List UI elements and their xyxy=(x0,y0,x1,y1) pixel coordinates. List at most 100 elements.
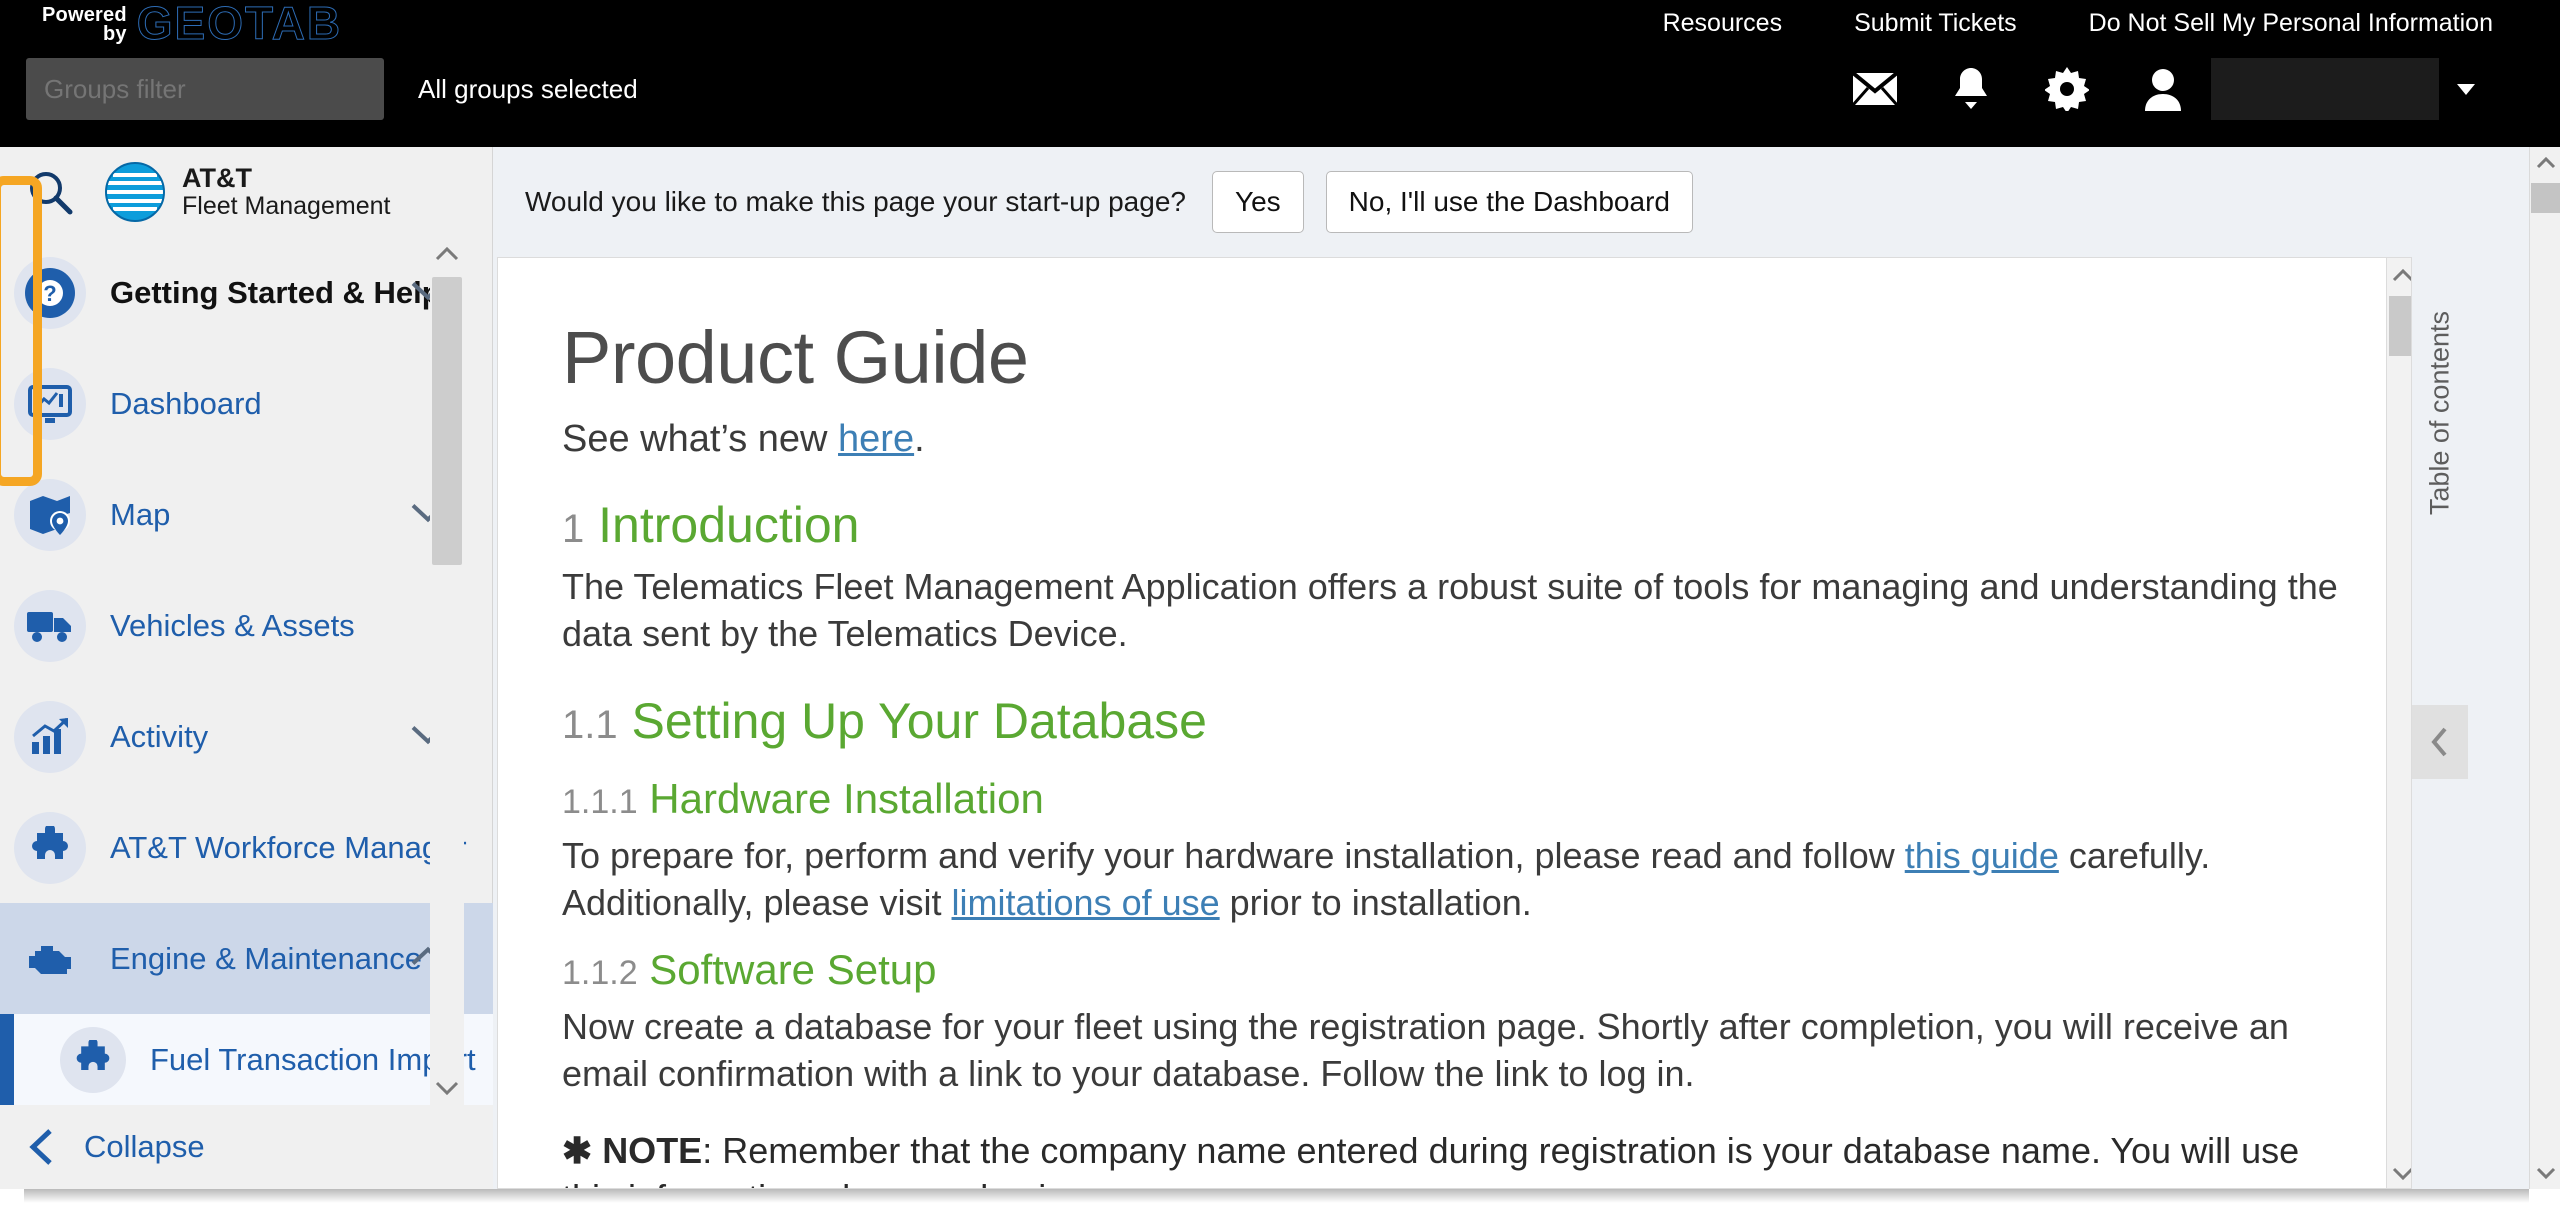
powered-by-text: Powered by xyxy=(42,5,127,45)
user-icon[interactable] xyxy=(2115,56,2211,122)
sidebar-item-att-workforce-manager[interactable]: AT&T Workforce Manager xyxy=(0,792,493,903)
body-text: To prepare for, perform and verify your … xyxy=(562,835,1905,876)
document-viewer: Product Guide See what’s new here. 1 Int… xyxy=(497,257,2529,1189)
content-area: Would you like to make this page your st… xyxy=(493,147,2529,1189)
note-block: ✱ NOTE: Remember that the company name e… xyxy=(562,1127,2360,1188)
section-body-1-1-1: To prepare for, perform and verify your … xyxy=(562,832,2360,926)
document-panel: Product Guide See what’s new here. 1 Int… xyxy=(497,257,2425,1189)
dashboard-monitor-icon xyxy=(14,367,86,440)
sidebar-item-label: Getting Started & Help xyxy=(110,274,441,310)
note-label: NOTE xyxy=(602,1130,703,1171)
sidebar-item-label: AT&T Workforce Manager xyxy=(110,829,467,865)
document-content: Product Guide See what’s new here. 1 Int… xyxy=(498,258,2424,1188)
sidebar-item-getting-started-help[interactable]: ? Getting Started & Help xyxy=(0,237,493,348)
startup-yes-button[interactable]: Yes xyxy=(1211,171,1304,233)
gear-icon[interactable] xyxy=(2019,56,2115,122)
chevron-left-icon xyxy=(29,1129,52,1165)
sidebar: AT&T Fleet Management ? Getting Started … xyxy=(0,147,493,1189)
section-heading-1-1-1: 1.1.1 Hardware Installation xyxy=(562,773,2360,828)
scroll-up-arrow-icon[interactable] xyxy=(430,237,464,271)
user-menu-dropdown-button[interactable] xyxy=(2439,83,2493,95)
top-tool-icons xyxy=(1827,56,2493,122)
this-guide-link[interactable]: this guide xyxy=(1905,835,2059,876)
truck-icon xyxy=(14,589,86,662)
groups-status-label: All groups selected xyxy=(418,73,638,104)
chevron-left-icon xyxy=(2431,727,2447,757)
chevron-down-icon xyxy=(2457,83,2475,95)
section-heading-1: 1 Introduction xyxy=(562,495,2360,559)
activity-chart-icon xyxy=(14,700,86,773)
map-pin-icon xyxy=(14,478,86,551)
startup-page-prompt: Would you like to make this page your st… xyxy=(493,147,2529,257)
svg-text:?: ? xyxy=(43,281,56,306)
powered-by-geotab-logo: Powered by GEOTAB xyxy=(42,0,342,47)
section-body-1-1-2: Now create a database for your fleet usi… xyxy=(562,1006,2289,1094)
brand-line-1: AT&T xyxy=(182,163,252,193)
sidebar-header: AT&T Fleet Management xyxy=(0,147,492,237)
att-globe-icon xyxy=(105,162,165,222)
limitations-of-use-link[interactable]: limitations of use xyxy=(952,882,1220,923)
note-text: : Remember that the company name entered… xyxy=(562,1130,2300,1188)
sidebar-item-map[interactable]: Map xyxy=(0,459,493,570)
startup-no-button[interactable]: No, I'll use the Dashboard xyxy=(1325,171,1693,233)
page-scrollbar-thumb[interactable] xyxy=(2531,183,2560,213)
user-name-redacted xyxy=(2211,58,2439,120)
groups-filter-input[interactable] xyxy=(26,58,384,120)
sidebar-item-label: Engine & Maintenance xyxy=(110,940,422,976)
puzzle-piece-icon xyxy=(14,811,86,884)
section-number: 1 xyxy=(562,507,585,551)
engine-icon xyxy=(14,923,86,995)
brand-line-2: Fleet Management xyxy=(182,192,391,220)
att-fleet-brand: AT&T Fleet Management xyxy=(104,161,390,223)
section-title: Software Setup xyxy=(649,946,937,993)
section-body-1: The Telematics Fleet Management Applicat… xyxy=(562,566,2338,654)
mail-icon[interactable] xyxy=(1827,56,1923,122)
whats-new-link[interactable]: here xyxy=(838,418,914,460)
panel-bottom-shadow xyxy=(24,1189,2529,1203)
sidebar-item-engine-maintenance[interactable]: Engine & Maintenance xyxy=(0,903,493,1014)
sidebar-scrollbar-thumb[interactable] xyxy=(432,277,462,565)
user-menu[interactable] xyxy=(2211,56,2493,122)
see-whats-new-line: See what’s new here. xyxy=(562,418,2360,461)
section-number: 1.1.1 xyxy=(562,783,638,821)
top-link-resources[interactable]: Resources xyxy=(1663,9,1783,38)
section-title: Hardware Installation xyxy=(649,775,1044,822)
sidebar-subitem-fuel-transaction-import[interactable]: Fuel Transaction Import xyxy=(0,1014,493,1105)
by-label: by xyxy=(103,23,127,45)
sidebar-item-activity[interactable]: Activity xyxy=(0,681,493,792)
page-scrollbar[interactable] xyxy=(2529,147,2560,1189)
sidebar-item-label: Map xyxy=(110,496,171,532)
section-number: 1.1.2 xyxy=(562,954,638,992)
section-title: Setting Up Your Database xyxy=(631,693,1207,749)
sidebar-item-vehicles-assets[interactable]: Vehicles & Assets xyxy=(0,570,493,681)
top-bar: Powered by GEOTAB Resources Submit Ticke… xyxy=(0,0,2529,147)
sidebar-item-label: Vehicles & Assets xyxy=(110,607,355,643)
scroll-up-arrow-icon[interactable] xyxy=(2530,147,2560,179)
top-link-submit-tickets[interactable]: Submit Tickets xyxy=(1854,9,2017,38)
toc-collapse-button[interactable] xyxy=(2412,705,2468,779)
groups-filter[interactable] xyxy=(26,58,384,120)
page-title: Product Guide xyxy=(562,316,1029,399)
help-circle-icon: ? xyxy=(14,256,86,329)
section-number: 1.1 xyxy=(562,703,618,747)
sidebar-item-dashboard[interactable]: Dashboard xyxy=(0,348,493,459)
table-of-contents-rail: Table of contents xyxy=(2411,257,2468,1189)
startup-prompt-question: Would you like to make this page your st… xyxy=(525,186,1186,217)
table-of-contents-label[interactable]: Table of contents xyxy=(2424,311,2455,515)
scroll-down-arrow-icon[interactable] xyxy=(2530,1157,2560,1189)
search-icon[interactable] xyxy=(22,164,78,220)
note-symbol: ✱ xyxy=(562,1130,593,1171)
sidebar-subitem-label: Fuel Transaction Import xyxy=(150,1042,476,1077)
section-title: Introduction xyxy=(598,497,860,553)
sidebar-scrollbar[interactable] xyxy=(430,237,464,1105)
sidebar-collapse-button[interactable]: Collapse xyxy=(0,1105,493,1189)
top-nav-links: Resources Submit Tickets Do Not Sell My … xyxy=(1663,0,2493,46)
sidebar-nav-list: ? Getting Started & Help Dashboard Map V… xyxy=(0,237,493,1105)
bell-icon[interactable] xyxy=(1923,56,2019,122)
see-whats-new-text: See what’s new xyxy=(562,418,839,460)
groups-filter-row: All groups selected xyxy=(26,58,638,120)
section-heading-1-1: 1.1 Setting Up Your Database xyxy=(562,691,2360,755)
top-link-do-not-sell[interactable]: Do Not Sell My Personal Information xyxy=(2089,9,2493,38)
see-whats-new-period: . xyxy=(914,418,925,460)
scroll-down-arrow-icon[interactable] xyxy=(430,1071,464,1105)
